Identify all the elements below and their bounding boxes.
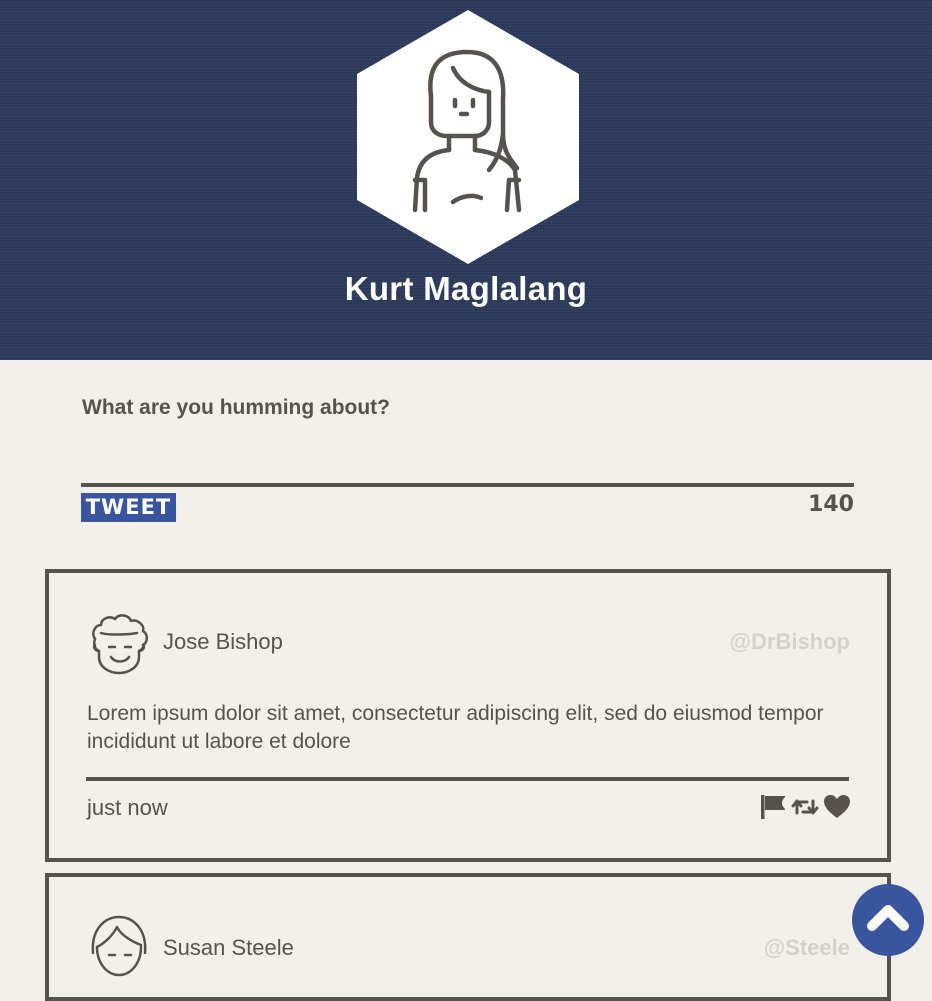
author-handle[interactable]: @Steele: [764, 935, 850, 961]
compose-divider: [81, 483, 854, 487]
author-handle[interactable]: @DrBishop: [730, 629, 850, 655]
flag-icon[interactable]: [759, 793, 787, 821]
compose-input[interactable]: [82, 432, 854, 480]
tweet-button[interactable]: Tweet: [81, 493, 176, 522]
chevron-up-icon: [867, 905, 909, 931]
retweet-icon[interactable]: [791, 793, 819, 821]
author-name[interactable]: Jose Bishop: [163, 629, 283, 655]
compose-prompt: What are you humming about?: [82, 396, 390, 419]
scroll-to-top-button[interactable]: [852, 884, 924, 956]
tweet-timestamp: just now: [87, 795, 168, 820]
profile-avatar: [357, 10, 579, 264]
card-divider: [86, 777, 849, 781]
profile-name: Kurt Maglalang: [344, 270, 588, 307]
author-name[interactable]: Susan Steele: [163, 935, 294, 961]
short-hair-avatar-icon: [91, 915, 147, 977]
tweet-actions: [759, 793, 851, 821]
curly-hair-man-avatar-icon: [92, 614, 148, 675]
feed-card: Susan Steele @Steele: [45, 873, 891, 1001]
character-counter: 140: [808, 492, 854, 517]
profile-header: Kurt Maglalang: [0, 0, 932, 360]
heart-icon[interactable]: [823, 793, 851, 821]
tweet-text: Lorem ipsum dolor sit amet, consectetur …: [87, 702, 824, 753]
feed-card: Jose Bishop @DrBishop Lorem ipsum dolor …: [45, 569, 891, 862]
